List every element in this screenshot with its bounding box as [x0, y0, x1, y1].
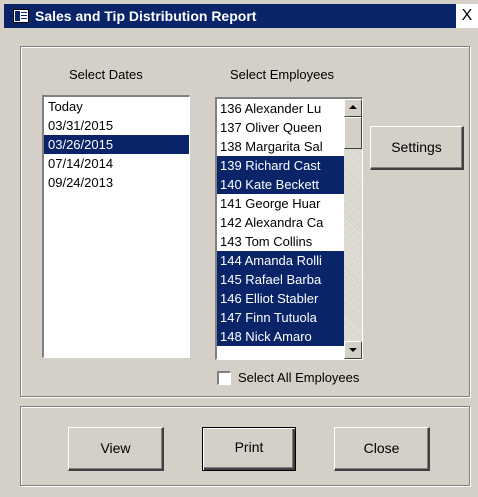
date-list-item[interactable]: 09/24/2013	[44, 173, 189, 192]
close-button[interactable]: Close	[334, 427, 430, 471]
employee-list-item[interactable]: 148 Nick Amaro	[217, 327, 344, 346]
select-employees-label: Select Employees	[230, 67, 335, 82]
employees-listbox[interactable]: 136 Alexander Lu 137 Oliver Queen 138 Marg…	[215, 97, 363, 360]
employee-list-item[interactable]: 140 Kate Beckett	[217, 175, 344, 194]
employee-list-item[interactable]: 137 Oliver Queen	[217, 118, 344, 137]
employee-list-item[interactable]: 139 Richard Cast	[217, 156, 344, 175]
window-title: Sales and Tip Distribution Report	[35, 8, 257, 24]
dates-items: Today 03/31/2015 03/26/2015 07/14/2014 09/24…	[44, 97, 189, 192]
date-list-item[interactable]: Today	[44, 97, 189, 116]
report-dialog: Sales and Tip Distribution Report X Sele…	[0, 0, 478, 497]
select-dates-label: Select Dates	[69, 67, 143, 82]
employees-scrollbar[interactable]	[344, 99, 362, 359]
employee-list-item[interactable]: 143 Tom Collins	[217, 232, 344, 251]
scroll-down-arrow-icon[interactable]	[344, 341, 362, 359]
view-button[interactable]: View	[68, 427, 164, 471]
employee-list-item[interactable]: 144 Amanda Rolli	[217, 251, 344, 270]
select-all-employees-checkbox[interactable]	[217, 371, 231, 385]
employee-list-item[interactable]: 136 Alexander Lu	[217, 99, 344, 118]
date-list-item[interactable]: 03/31/2015	[44, 116, 189, 135]
print-button[interactable]: Print	[202, 427, 296, 471]
app-icon	[13, 9, 29, 23]
dates-listbox[interactable]: Today 03/31/2015 03/26/2015 07/14/2014 09/24…	[42, 95, 190, 358]
employee-list-item[interactable]: 145 Rafael Barba	[217, 270, 344, 289]
scroll-up-arrow-icon[interactable]	[344, 99, 362, 117]
date-list-item[interactable]: 03/26/2015	[44, 135, 189, 154]
employee-list-item[interactable]: 141 George Huar	[217, 194, 344, 213]
employee-items: 136 Alexander Lu 137 Oliver Queen 138 Marg…	[217, 99, 344, 346]
select-all-employees-label[interactable]: Select All Employees	[238, 370, 359, 385]
employee-list-item[interactable]: 147 Finn Tutuola	[217, 308, 344, 327]
settings-button[interactable]: Settings	[370, 126, 464, 170]
date-list-item[interactable]: 07/14/2014	[44, 154, 189, 173]
employee-list-item[interactable]: 146 Elliot Stabler	[217, 289, 344, 308]
close-window-button[interactable]: X	[456, 4, 478, 28]
employee-list-item[interactable]: 138 Margarita Sal	[217, 137, 344, 156]
employee-list-item[interactable]: 142 Alexandra Ca	[217, 213, 344, 232]
scroll-thumb[interactable]	[344, 117, 362, 149]
title-bar[interactable]: Sales and Tip Distribution Report X	[4, 4, 478, 28]
